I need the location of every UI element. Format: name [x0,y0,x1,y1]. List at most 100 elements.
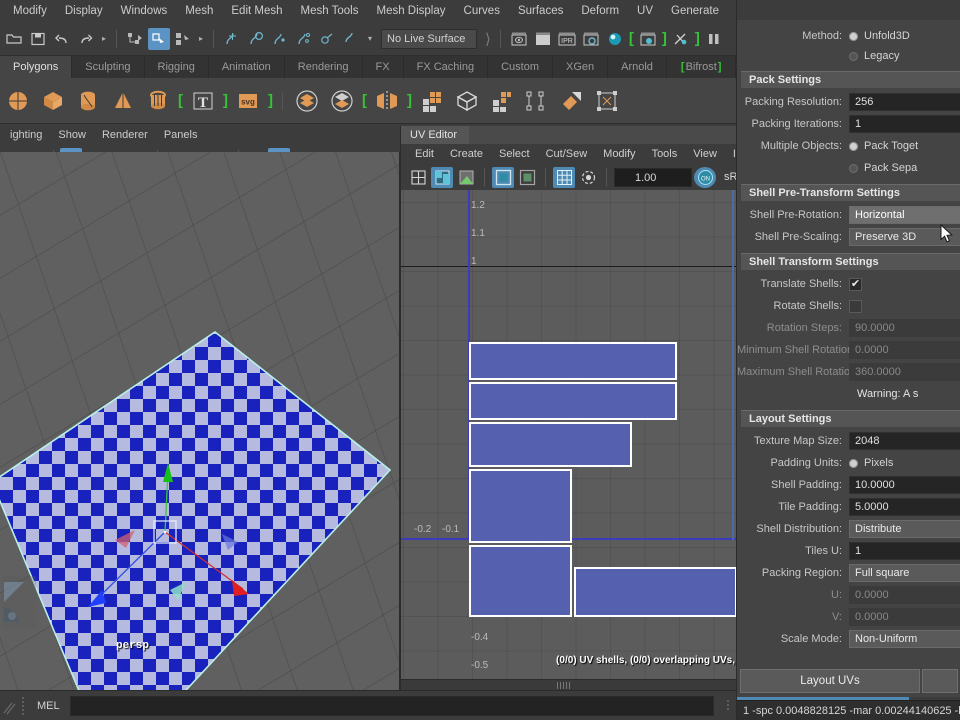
polycube-icon[interactable] [37,85,69,117]
option-row-warning-a-s[interactable]: Warning: A s [737,383,960,405]
separate-icon[interactable] [326,85,358,117]
shelf-tab-rigging[interactable]: Rigging [144,56,209,78]
option-row-tiles-u[interactable]: Tiles U: 1 [737,540,960,562]
chevron-down-icon[interactable]: ▾ [365,34,375,43]
main-menu-item-curves[interactable]: Curves [455,0,509,22]
uv-shell[interactable] [469,342,677,380]
snap-projected-center-icon[interactable] [293,28,315,50]
section-header-layout-settings[interactable]: Layout Settings [741,410,960,427]
option-row-pack-sepa[interactable]: Pack Sepa [737,157,960,179]
option-radio-label-pack-sepa[interactable]: Pack Sepa [864,162,917,174]
option-row-texture-map-size[interactable]: Texture Map Size: 2048 [737,430,960,452]
option-field-packing-resolution[interactable]: 256 [849,93,960,111]
select-by-object-icon[interactable] [148,27,171,50]
section-header-shell-pre-transform-settings[interactable]: Shell Pre-Transform Settings [741,184,960,201]
uv-grid-icon[interactable] [407,167,429,188]
status-line-toolbar[interactable]: ▸ ▸ ▾ No Live Surface ⟩ IPR []] [0,22,736,56]
snap-view-plane-icon[interactable] [317,28,339,50]
section-header-shell-transform-settings[interactable]: Shell Transform Settings [741,253,960,270]
method-row-2[interactable]: Legacy [737,46,960,66]
option-row-multiple-objects[interactable]: Multiple Objects: Pack Toget [737,135,960,157]
section-header-pack-settings[interactable]: Pack Settings [741,71,960,88]
uv-horizontal-scrollbar[interactable] [401,679,736,690]
open-scene-icon[interactable] [3,28,25,50]
action-button-row[interactable]: Layout UVs [737,666,960,696]
option-row-packing-region[interactable]: Packing Region: Full square [737,562,960,584]
shelf-tab-animation[interactable]: Animation [208,56,285,78]
option-field-tiles-u[interactable]: 1 [849,542,960,560]
uv-layout-options-panel[interactable]: Method: Unfold3D Legacy Pack Settings Pac… [736,0,960,720]
option-row-scale-mode[interactable]: Scale Mode: Non-Uniform [737,628,960,650]
option-dropdown-shell-pre-rotation[interactable]: Horizontal [849,206,960,224]
svg-icon[interactable]: svg [232,85,264,117]
main-menu-item-deform[interactable]: Deform [572,0,628,22]
option-field-tile-padding[interactable]: 5.0000 [849,498,960,516]
shelf-tab-arnold[interactable]: Arnold [608,56,667,78]
uv-shell[interactable] [574,567,736,617]
uv-srgb-icon[interactable]: ON [694,166,716,188]
main-menu-item-mesh-tools[interactable]: Mesh Tools [292,0,368,22]
shelf-tab-custom[interactable]: Custom [488,56,553,78]
uv-editor-menu-bar[interactable]: Edit Create Select Cut/Sew Modify Tools View I [401,144,736,164]
option-row-packing-resolution[interactable]: Packing Resolution: 256 [737,91,960,113]
perspective-viewport[interactable]: persp [0,152,400,690]
snap-curve-icon[interactable] [245,28,267,50]
shelf-tab-fx[interactable]: FX [362,56,404,78]
layout-uvs-button[interactable]: Layout UVs [740,669,920,693]
option-row-shell-pre-scaling[interactable]: Shell Pre-Scaling: Preserve 3D [737,226,960,248]
main-menu-item-uv[interactable]: UV [628,0,662,22]
select-by-component-icon[interactable] [172,28,194,50]
option-dropdown-shell-distribution[interactable]: Distribute [849,520,960,538]
quad-draw-icon[interactable] [591,85,623,117]
option-checkbox-translate-shells[interactable]: ✔ [849,277,862,291]
option-dropdown-packing-region[interactable]: Full square [849,564,960,582]
shelf-icon-row[interactable]: [ T ] svg ] [ ] [0,78,736,124]
uv-opacity-field[interactable]: 1.00 [614,167,692,187]
uv-editor-toolbar[interactable]: 1.00 ON sRGB ga [401,164,736,190]
mirror-icon[interactable] [371,85,403,117]
option-dropdown-shell-pre-scaling[interactable]: Preserve 3D [849,228,960,246]
option-dropdown-scale-mode[interactable]: Non-Uniform [849,630,960,648]
option-row-v[interactable]: V: 0.0000 [737,606,960,628]
option-radio-label-multiple-objects[interactable]: Pack Toget [864,140,918,152]
shelf-tab-sculpting[interactable]: Sculpting [72,56,145,78]
main-menu-item-mesh[interactable]: Mesh [176,0,222,22]
method-unfold3d-label[interactable]: Unfold3D [864,30,910,42]
uv-menu-item-edit[interactable]: Edit [407,144,442,164]
bevel-icon[interactable] [451,85,483,117]
uv-shell[interactable] [469,422,632,467]
uv-shell[interactable] [469,545,572,617]
option-row-shell-padding[interactable]: Shell Padding: 10.0000 [737,474,960,496]
multicut-icon[interactable] [416,85,448,117]
option-row-padding-units[interactable]: Padding Units: Pixels [737,452,960,474]
uv-distortion-icon[interactable] [455,167,477,188]
bridge-icon[interactable] [521,85,553,117]
options-body[interactable]: Method: Unfold3D Legacy Pack Settings Pac… [737,20,960,688]
option-radio-label-padding-units[interactable]: Pixels [864,457,893,469]
main-menu-item-display[interactable]: Display [56,0,112,22]
uv-canvas[interactable]: 1.2 1.1 1 -0.1 -0.2 -0.3 -0.4 -0.5 -0.2 … [401,190,736,680]
uv-menu-item-modify[interactable]: Modify [595,144,643,164]
option-field-texture-map-size[interactable]: 2048 [849,432,960,450]
method-row-1[interactable]: Method: Unfold3D [737,26,960,46]
main-menu-item-surfaces[interactable]: Surfaces [509,0,572,22]
main-menu-item-generate[interactable]: Generate [662,0,728,22]
save-scene-icon[interactable] [27,28,49,50]
viewport-menu-item-panels[interactable]: Panels [156,124,206,146]
option-row-rotate-shells[interactable]: Rotate Shells: ✔ [737,295,960,317]
option-row-shell-pre-rotation[interactable]: Shell Pre-Rotation: Horizontal [737,204,960,226]
polycylinder-icon[interactable] [72,85,104,117]
shelf-tab-polygons[interactable]: Polygons [0,56,73,78]
option-row-u[interactable]: U: 0.0000 [737,584,960,606]
chevron-right-icon-2[interactable]: ▸ [196,34,206,43]
hypershade-icon[interactable] [604,28,626,50]
option-field-v[interactable]: 0.0000 [849,608,960,626]
method-legacy-radio[interactable] [849,51,858,61]
option-radio-padding-units[interactable] [849,458,858,468]
uv-menu-item-view[interactable]: View [685,144,725,164]
extrude-icon[interactable] [486,85,518,117]
uv-isolate-icon[interactable] [577,167,599,188]
command-line[interactable]: MEL [0,690,736,720]
render-settings-icon[interactable] [580,28,602,50]
polytorus-icon[interactable] [142,85,174,117]
